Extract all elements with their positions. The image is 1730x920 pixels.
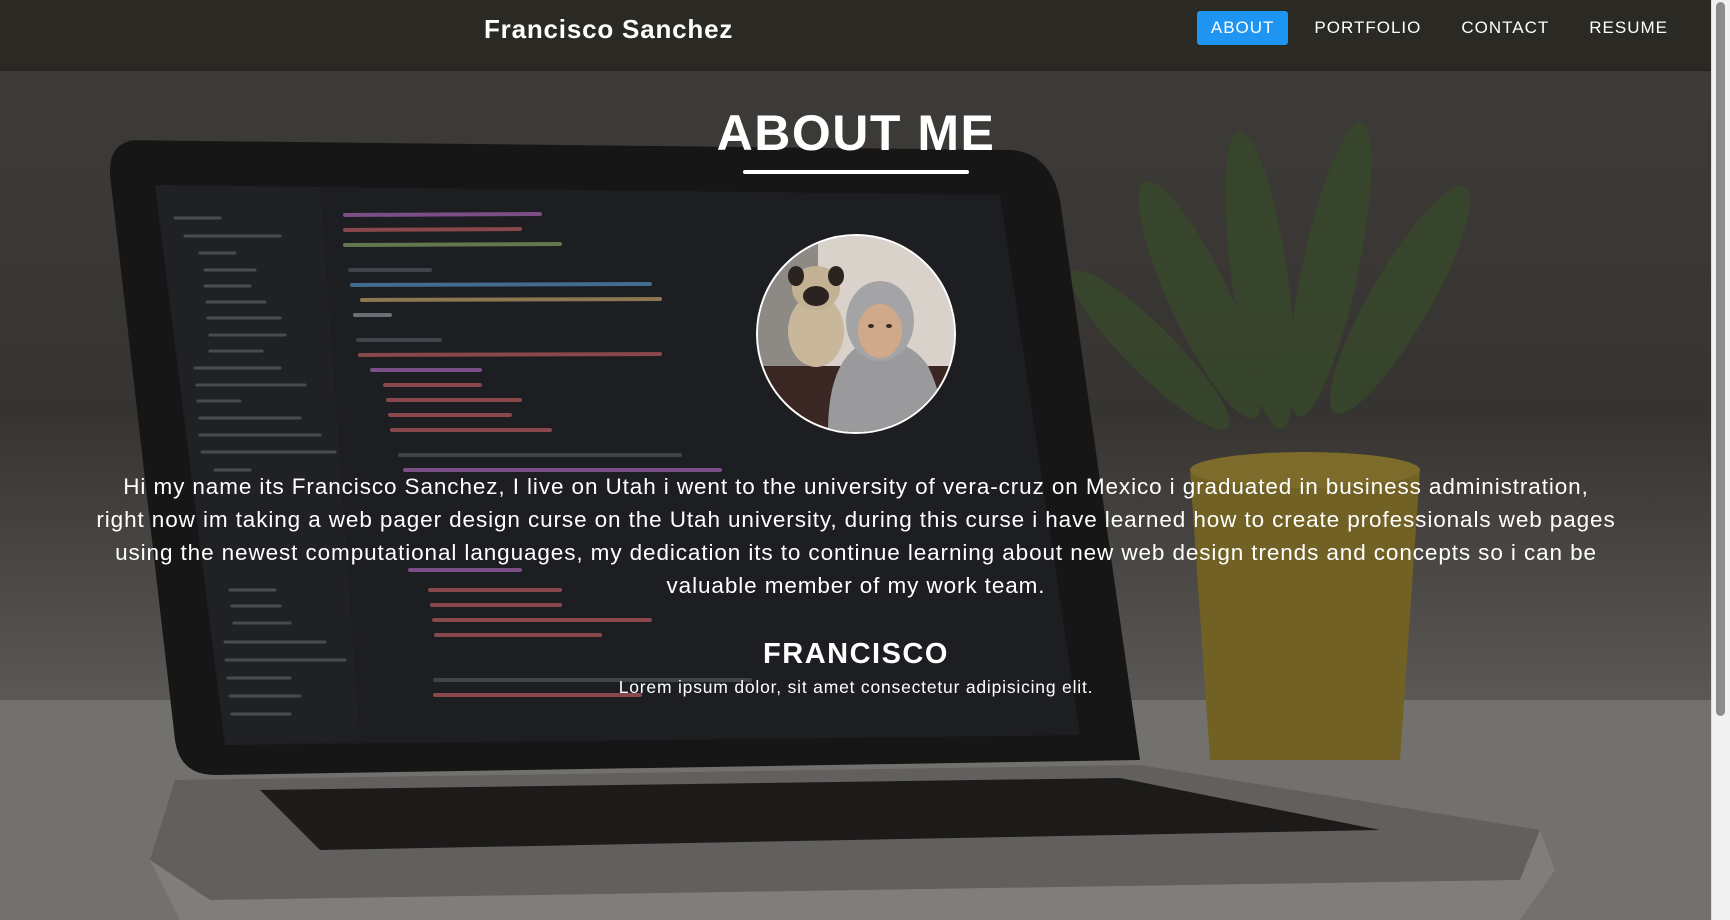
nav-resume[interactable]: RESUME bbox=[1575, 11, 1682, 45]
profile-name: FRANCISCO bbox=[763, 638, 949, 670]
nav-contact[interactable]: CONTACT bbox=[1447, 11, 1563, 45]
page-scrollbar[interactable] bbox=[1711, 0, 1730, 920]
profile-tagline: Lorem ipsum dolor, sit amet consectetur … bbox=[618, 677, 1094, 697]
bio-paragraph: Hi my name its Francisco Sanchez, I live… bbox=[96, 474, 1616, 598]
nav-portfolio[interactable]: PORTFOLIO bbox=[1300, 11, 1435, 45]
scrollbar-thumb[interactable] bbox=[1716, 2, 1725, 716]
title-underline bbox=[743, 170, 969, 174]
nav-about[interactable]: ABOUT bbox=[1196, 11, 1289, 45]
about-section: ABOUT ME Hi my name its Francisco Sanche… bbox=[0, 70, 1712, 698]
avatar bbox=[756, 234, 956, 434]
profile-photo-icon bbox=[758, 236, 954, 432]
main-nav: ABOUT PORTFOLIO CONTACT RESUME bbox=[1189, 11, 1682, 45]
brand-name[interactable]: Francisco Sanchez bbox=[484, 14, 733, 45]
navbar: Francisco Sanchez ABOUT PORTFOLIO CONTAC… bbox=[0, 0, 1712, 70]
page-title: ABOUT ME bbox=[716, 105, 996, 161]
